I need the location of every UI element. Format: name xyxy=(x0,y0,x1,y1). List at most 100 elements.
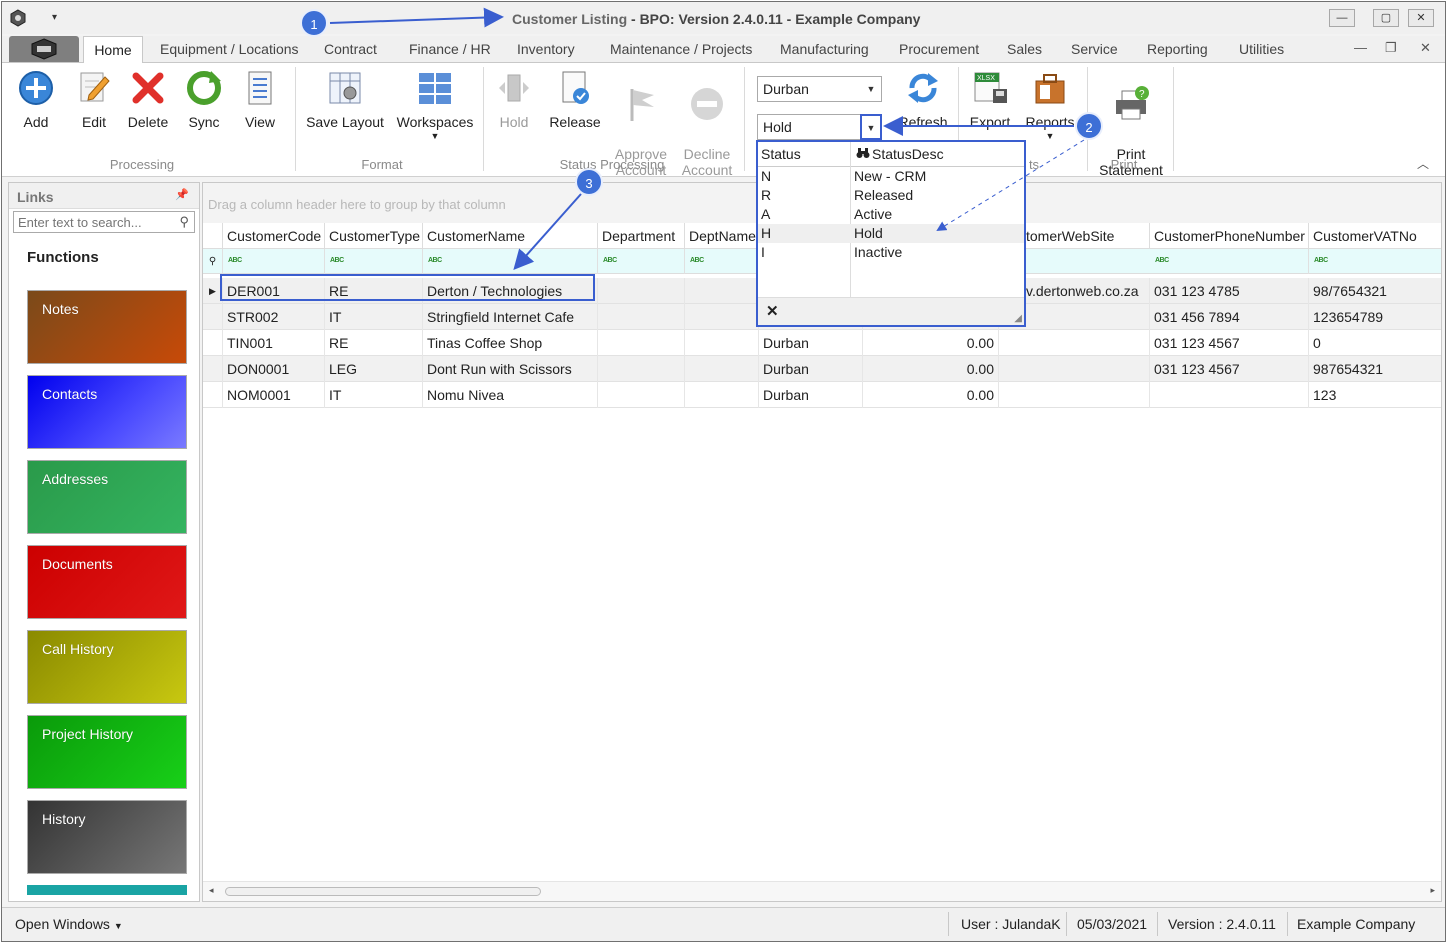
cell-phone[interactable]: 031 123 4785 xyxy=(1150,278,1309,304)
cell-dept[interactable] xyxy=(598,304,685,330)
sync-button[interactable]: Sync xyxy=(182,69,226,130)
app-logo-tab[interactable] xyxy=(9,36,79,62)
cell-code[interactable]: STR002 xyxy=(223,304,325,330)
links-search-box[interactable]: ⚲ xyxy=(13,211,195,233)
app-menu-icon[interactable] xyxy=(8,8,28,28)
tab-utilities[interactable]: Utilities xyxy=(1239,41,1284,57)
decline-account-button[interactable]: Decline Account xyxy=(678,69,736,194)
table-row[interactable]: TIN001 RE Tinas Coffee Shop Durban 0.00 … xyxy=(203,330,1441,356)
col-customer-name[interactable]: CustomerName xyxy=(423,223,598,249)
cell-name[interactable]: Tinas Coffee Shop xyxy=(423,330,598,356)
status-dropdown-button[interactable]: ▼ xyxy=(860,114,882,140)
function-notes[interactable]: Notes xyxy=(27,290,187,364)
cell-website[interactable] xyxy=(999,330,1150,356)
cell-vat[interactable]: 0 xyxy=(1309,330,1441,356)
cell-deptname[interactable] xyxy=(685,382,759,408)
refresh-button[interactable]: Refresh xyxy=(895,69,951,130)
cell-name[interactable]: Dont Run with Scissors xyxy=(423,356,598,382)
filter-cell[interactable]: ABC xyxy=(223,249,325,274)
tab-reporting[interactable]: Reporting xyxy=(1147,41,1208,57)
cell-type[interactable]: IT xyxy=(325,382,423,408)
open-windows-button[interactable]: Open Windows ▼ xyxy=(15,916,123,932)
resize-grip-icon[interactable]: ◢ xyxy=(1014,313,1022,324)
clear-icon[interactable]: ✕ xyxy=(766,302,779,320)
tab-service[interactable]: Service xyxy=(1071,41,1118,57)
tab-sales[interactable]: Sales xyxy=(1007,41,1042,57)
approve-account-button[interactable]: Approve Account xyxy=(612,69,670,194)
scroll-right-icon[interactable]: ▸ xyxy=(1430,885,1435,896)
cell-type[interactable]: IT xyxy=(325,304,423,330)
chevron-down-icon[interactable]: ▼ xyxy=(861,77,881,101)
location-combo[interactable]: Durban ▼ xyxy=(757,76,882,102)
cell-deptname[interactable] xyxy=(685,356,759,382)
cell-website[interactable] xyxy=(999,356,1150,382)
cell-code[interactable]: DON0001 xyxy=(223,356,325,382)
scroll-left-icon[interactable]: ◂ xyxy=(209,885,214,896)
function-project-history[interactable]: Project History xyxy=(27,715,187,789)
cell-website[interactable] xyxy=(999,382,1150,408)
col-dept-name[interactable]: DeptName xyxy=(685,223,759,249)
cell-deptname[interactable] xyxy=(685,330,759,356)
popup-col-status[interactable]: Status xyxy=(761,146,801,162)
add-button[interactable]: Add xyxy=(14,69,58,130)
function-documents[interactable]: Documents xyxy=(27,545,187,619)
col-customer-phone[interactable]: CustomerPhoneNumber xyxy=(1150,223,1309,249)
table-row[interactable]: DON0001 LEG Dont Run with Scissors Durba… xyxy=(203,356,1441,382)
scrollbar-thumb[interactable] xyxy=(225,887,541,896)
cell-dept[interactable] xyxy=(598,330,685,356)
delete-button[interactable]: Delete xyxy=(122,69,174,130)
col-department[interactable]: Department xyxy=(598,223,685,249)
cell-deptname[interactable] xyxy=(685,278,759,304)
cell-deptname[interactable] xyxy=(685,304,759,330)
cell-vat[interactable]: 987654321 xyxy=(1309,356,1441,382)
cell-location[interactable]: Durban xyxy=(759,330,863,356)
function-call-history[interactable]: Call History xyxy=(27,630,187,704)
table-row[interactable]: NOM0001 IT Nomu Nivea Durban 0.00 123 xyxy=(203,382,1441,408)
print-statement-button[interactable]: ? Print Statement xyxy=(1096,69,1166,194)
tab-equipment-locations[interactable]: Equipment / Locations xyxy=(160,41,299,57)
pin-icon[interactable]: 📌 xyxy=(175,188,189,201)
function-contacts[interactable]: Contacts xyxy=(27,375,187,449)
tab-home[interactable]: Home xyxy=(83,36,143,63)
tab-maintenance-projects[interactable]: Maintenance / Projects xyxy=(610,41,752,57)
cell-phone[interactable]: 031 123 4567 xyxy=(1150,330,1309,356)
popup-row[interactable]: I Inactive xyxy=(758,243,1024,262)
cell-dept[interactable] xyxy=(598,356,685,382)
reports-button[interactable]: Reports ▼ xyxy=(1022,69,1078,142)
tab-inventory[interactable]: Inventory xyxy=(517,41,575,57)
filter-cell[interactable]: ABC xyxy=(325,249,423,274)
cell-dept[interactable] xyxy=(598,382,685,408)
tab-finance-hr[interactable]: Finance / HR xyxy=(409,41,491,57)
minimize-button[interactable]: — xyxy=(1329,9,1355,27)
col-customer-type[interactable]: CustomerType xyxy=(325,223,423,249)
cell-code[interactable]: TIN001 xyxy=(223,330,325,356)
maximize-button[interactable]: ▢ xyxy=(1373,9,1399,27)
horizontal-scrollbar[interactable]: ◂ ▸ xyxy=(203,881,1441,901)
cell-vat[interactable]: 123654789 xyxy=(1309,304,1441,330)
function-partial-item[interactable] xyxy=(27,885,187,895)
filter-cell[interactable]: ABC xyxy=(685,249,759,274)
cell-type[interactable]: LEG xyxy=(325,356,423,382)
cell-vat[interactable]: 98/7654321 xyxy=(1309,278,1441,304)
mdi-close-icon[interactable]: ✕ xyxy=(1420,40,1431,56)
popup-row[interactable]: N New - CRM xyxy=(758,167,1024,186)
view-button[interactable]: View xyxy=(238,69,282,130)
function-history[interactable]: History xyxy=(27,800,187,874)
cell-location[interactable]: Durban xyxy=(759,356,863,382)
quick-access-dropdown-icon[interactable]: ▾ xyxy=(52,8,72,28)
tab-manufacturing[interactable]: Manufacturing xyxy=(780,41,869,57)
cell-phone[interactable]: 031 123 4567 xyxy=(1150,356,1309,382)
filter-cell[interactable]: ABC xyxy=(423,249,598,274)
release-button[interactable]: Release xyxy=(547,69,603,130)
edit-button[interactable]: Edit xyxy=(72,69,116,130)
workspaces-button[interactable]: Workspaces ▼ xyxy=(395,69,475,142)
col-customer-code[interactable]: CustomerCode xyxy=(223,223,325,249)
popup-row-selected[interactable]: H Hold xyxy=(758,224,1024,243)
cell-phone[interactable]: 031 456 7894 xyxy=(1150,304,1309,330)
cell-code[interactable]: NOM0001 xyxy=(223,382,325,408)
popup-row[interactable]: A Active xyxy=(758,205,1024,224)
filter-cell[interactable]: ABC xyxy=(598,249,685,274)
filter-cell[interactable]: ABC xyxy=(1309,249,1441,274)
cell-dept[interactable] xyxy=(598,278,685,304)
links-search-input[interactable] xyxy=(14,212,174,232)
